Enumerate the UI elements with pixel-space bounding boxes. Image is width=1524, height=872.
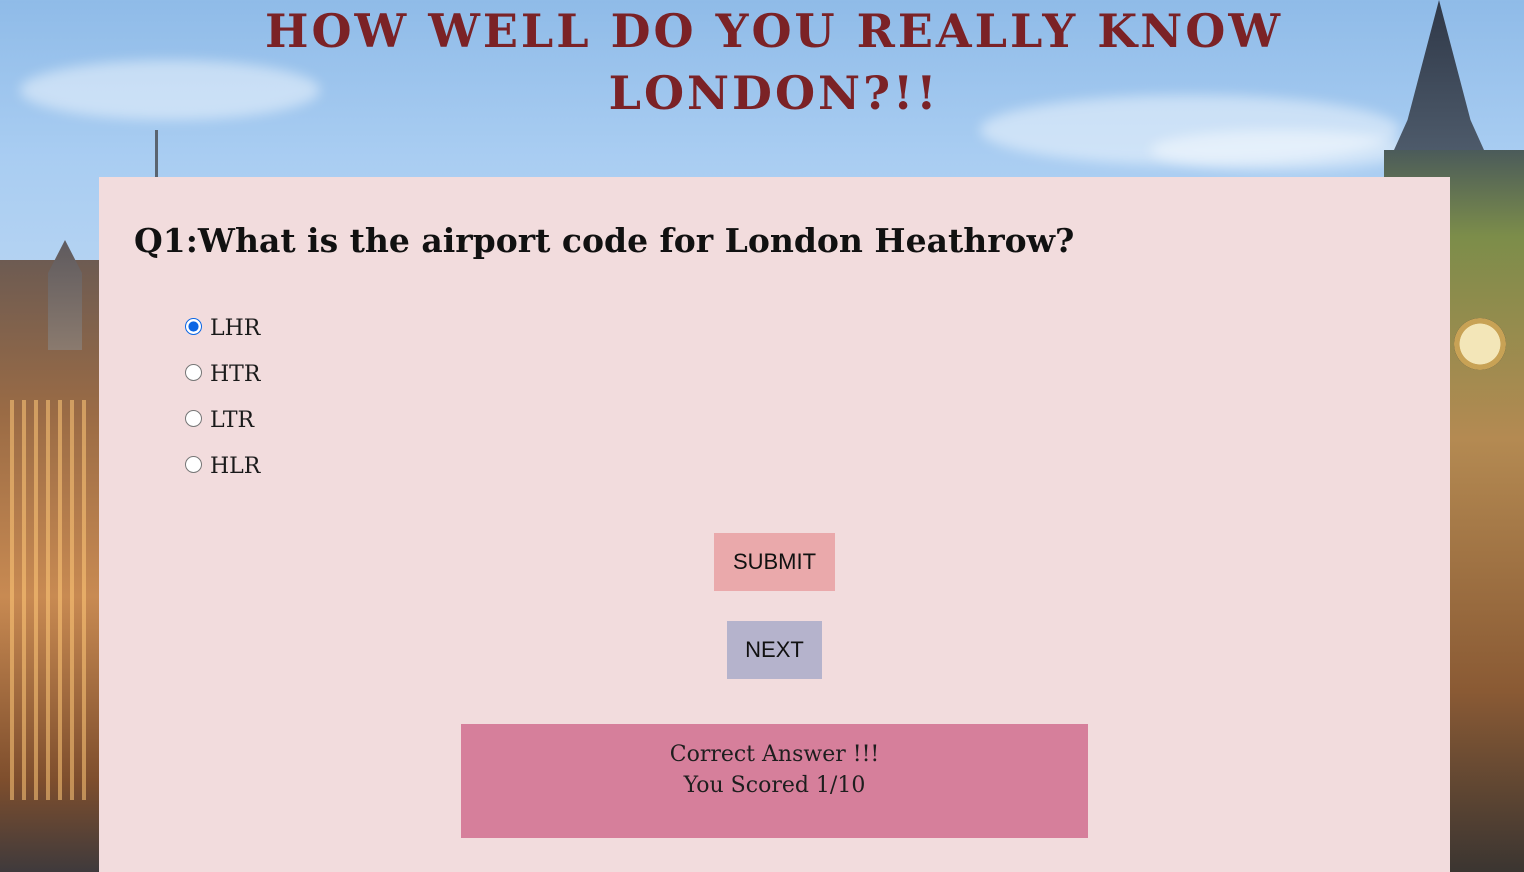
quiz-card: Q1:What is the airport code for London H… (99, 177, 1450, 872)
answer-option[interactable]: LHR (185, 305, 260, 351)
answer-radio-hlr[interactable] (185, 455, 202, 473)
answer-label[interactable]: LHR (210, 316, 260, 341)
answer-label[interactable]: HLR (210, 454, 260, 479)
answer-options: LHR HTR LTR HLR (185, 305, 260, 489)
answer-label[interactable]: HTR (210, 362, 260, 387)
answer-radio-lhr[interactable] (185, 317, 202, 335)
answer-option[interactable]: HTR (185, 351, 260, 397)
page-title: HOW WELL DO YOU REALLY KNOW LONDON?!! (0, 0, 1524, 124)
clock-icon (1454, 318, 1506, 370)
page-title-line-2: LONDON?!! (608, 66, 940, 120)
flagpole-graphic (155, 130, 158, 180)
answer-radio-ltr[interactable] (185, 409, 202, 427)
submit-button[interactable]: SUBMIT (714, 533, 835, 591)
answer-option[interactable]: LTR (185, 397, 260, 443)
answer-radio-htr[interactable] (185, 363, 202, 381)
parliament-tower-graphic (0, 240, 100, 872)
answer-option[interactable]: HLR (185, 443, 260, 489)
next-button[interactable]: NEXT (727, 621, 822, 679)
question-text: Q1:What is the airport code for London H… (134, 221, 1075, 260)
page-title-line-1: HOW WELL DO YOU REALLY KNOW (265, 4, 1283, 58)
answer-label[interactable]: LTR (210, 408, 254, 433)
result-message: Correct Answer !!! (669, 742, 880, 767)
score-text: You Scored 1/10 (683, 773, 866, 798)
result-box: Correct Answer !!! You Scored 1/10 (461, 724, 1088, 838)
